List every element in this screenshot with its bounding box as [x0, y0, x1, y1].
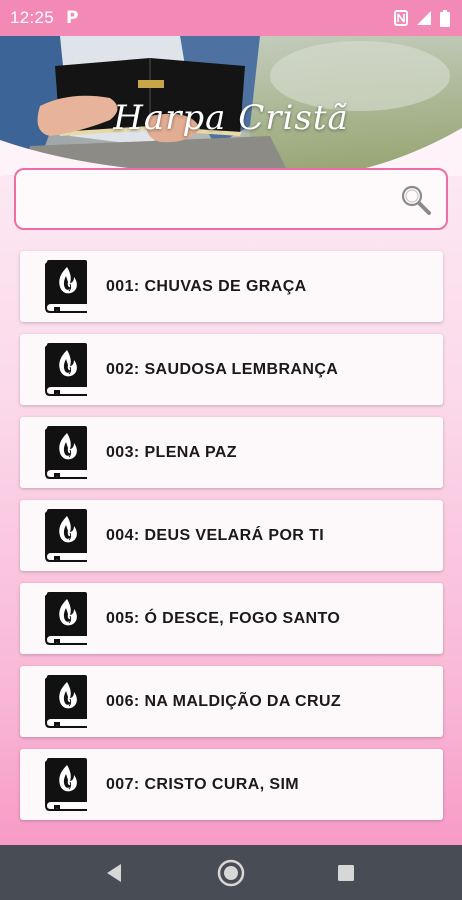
app-title: Harpa Cristã [113, 98, 349, 138]
header-banner: Harpa Cristã [0, 36, 462, 176]
status-icons [394, 9, 450, 27]
nfc-icon [394, 10, 408, 26]
hymn-title: 006: NA MALDIÇÃO DA CRUZ [106, 692, 342, 710]
bible-flame-icon [44, 675, 88, 733]
back-button[interactable] [84, 845, 144, 900]
home-button[interactable] [201, 845, 261, 900]
battery-icon [440, 9, 450, 27]
bible-flame-icon [44, 758, 88, 816]
search-icon[interactable] [400, 184, 432, 216]
signal-icon [417, 11, 431, 25]
hymn-title: 001: CHUVAS DE GRAÇA [106, 277, 307, 295]
bible-flame-icon [44, 592, 88, 650]
hymn-list-item[interactable]: 004: DEUS VELARÁ POR TI [20, 500, 443, 571]
p-letter-icon: P [66, 8, 79, 28]
hymn-list-item[interactable]: 003: PLENA PAZ [20, 417, 443, 488]
home-icon [217, 859, 245, 886]
recents-icon [338, 864, 354, 881]
hymn-title: 007: CRISTO CURA, SIM [106, 775, 300, 793]
bible-flame-icon [44, 509, 88, 567]
hymn-list: 001: CHUVAS DE GRAÇA 002: SAUDOSA LEMBRAN… [20, 251, 443, 832]
bible-flame-icon [44, 260, 88, 318]
hymn-list-item[interactable]: 002: SAUDOSA LEMBRANÇA [20, 334, 443, 405]
hymn-list-item[interactable]: 001: CHUVAS DE GRAÇA [20, 251, 443, 322]
hymn-title: 004: DEUS VELARÁ POR TI [106, 526, 325, 544]
hymn-list-item[interactable]: 005: Ó DESCE, FOGO SANTO [20, 583, 443, 654]
hymn-list-item[interactable]: 006: NA MALDIÇÃO DA CRUZ [20, 666, 443, 737]
hymn-list-item[interactable]: 007: CRISTO CURA, SIM [20, 749, 443, 820]
navigation-bar [0, 845, 462, 900]
hymn-title: 002: SAUDOSA LEMBRANÇA [106, 360, 339, 378]
recents-button[interactable] [316, 845, 376, 900]
status-bar: 12:25 P [0, 0, 462, 36]
hymn-title: 005: Ó DESCE, FOGO SANTO [106, 609, 341, 627]
bible-flame-icon [44, 426, 88, 484]
bible-flame-icon [44, 343, 88, 401]
back-icon [107, 863, 121, 882]
search-bar[interactable] [14, 168, 448, 230]
hymn-title: 003: PLENA PAZ [106, 443, 237, 461]
status-time: 12:25 [10, 8, 55, 27]
search-input[interactable] [28, 180, 392, 220]
